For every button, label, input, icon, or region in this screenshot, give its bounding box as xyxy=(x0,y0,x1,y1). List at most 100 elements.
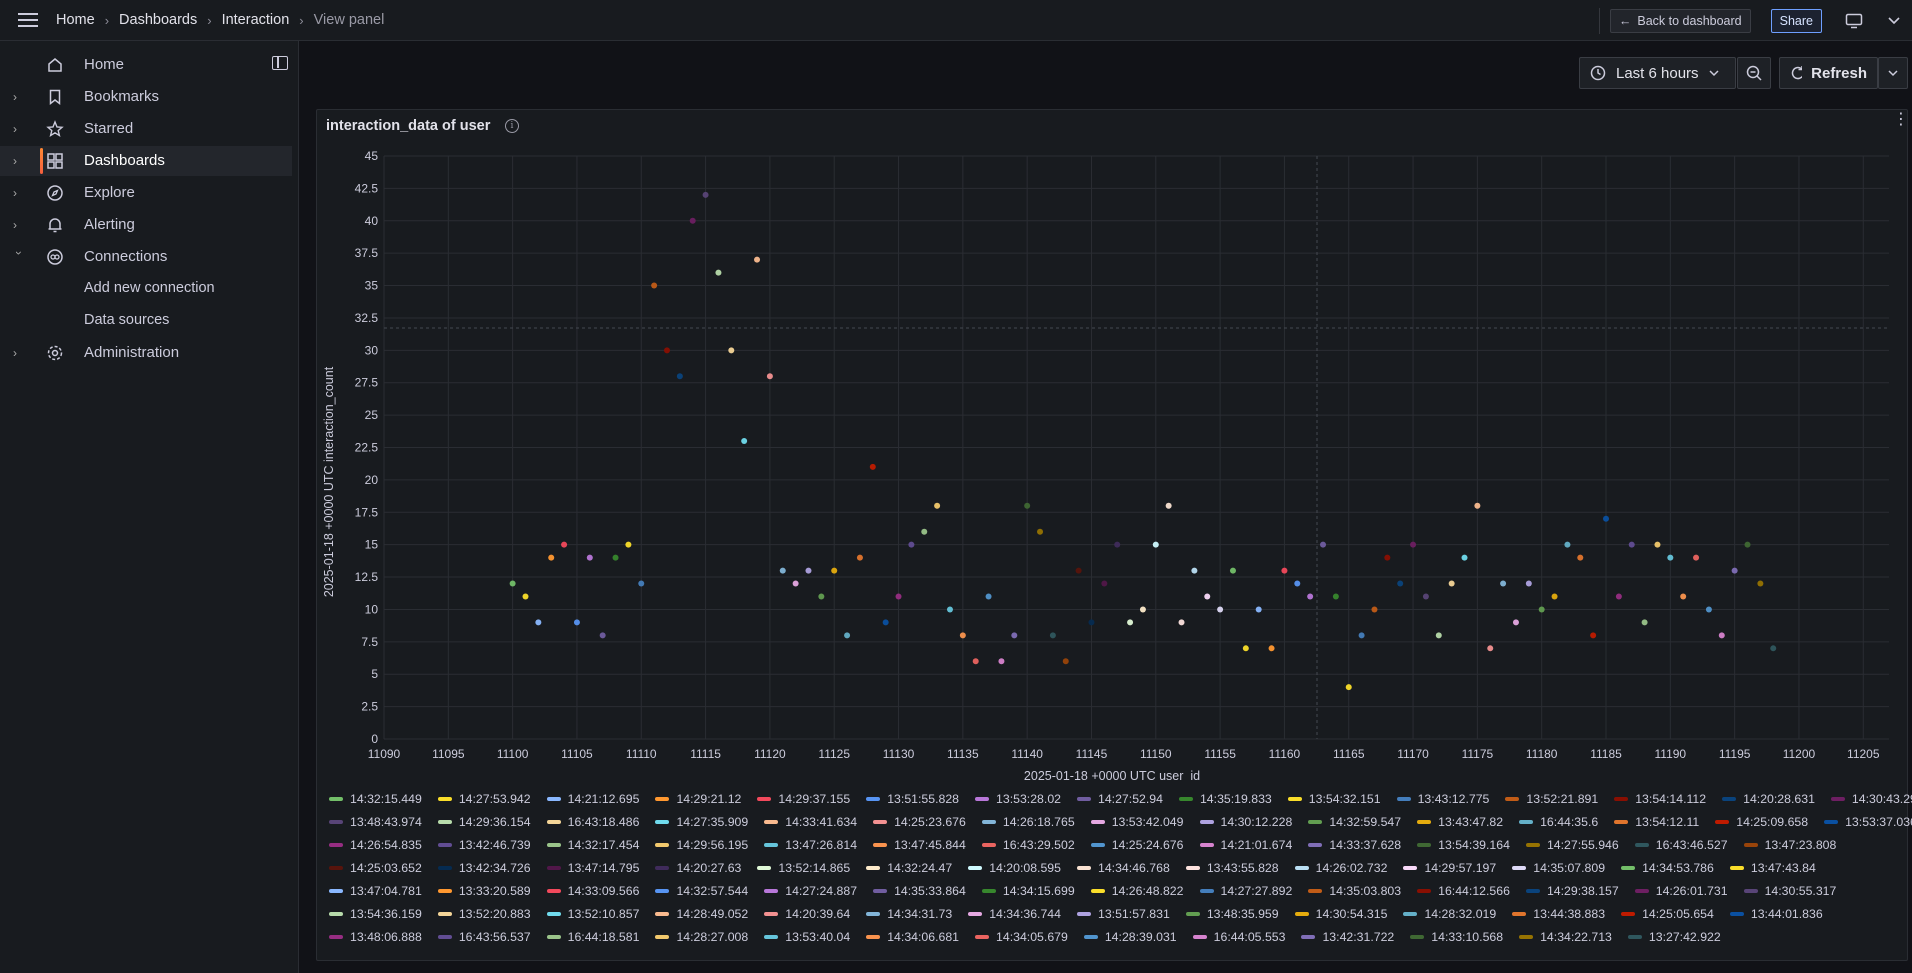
legend-item[interactable]: 13:54:32.151 xyxy=(1284,792,1381,806)
data-point[interactable] xyxy=(1757,580,1764,587)
data-point[interactable] xyxy=(805,567,812,574)
data-point[interactable] xyxy=(1435,632,1442,639)
data-point[interactable] xyxy=(561,541,568,548)
legend-item[interactable]: 14:34:53.786 xyxy=(1617,861,1714,875)
legend-item[interactable]: 14:29:38.157 xyxy=(1522,884,1619,898)
legend-item[interactable]: 14:29:36.154 xyxy=(434,815,531,829)
legend-item[interactable]: 13:47:45.844 xyxy=(869,838,966,852)
data-point[interactable] xyxy=(844,632,851,639)
legend-item[interactable]: 14:20:39.64 xyxy=(760,907,850,921)
data-point[interactable] xyxy=(1628,541,1635,548)
breadcrumb-dashboards[interactable]: Dashboards xyxy=(119,12,197,28)
sidebar-item-add-new-connection[interactable]: Add new connection xyxy=(0,274,292,304)
legend-item[interactable]: 14:32:57.544 xyxy=(651,884,748,898)
data-point[interactable] xyxy=(1178,619,1185,626)
legend-item[interactable]: 14:32:59.547 xyxy=(1304,815,1401,829)
data-point[interactable] xyxy=(1345,684,1352,691)
legend-item[interactable]: 13:27:42.922 xyxy=(1624,930,1721,944)
legend-item[interactable]: 14:21:01.674 xyxy=(1196,838,1292,852)
legend-item[interactable]: 14:25:05.654 xyxy=(1617,907,1714,921)
data-point[interactable] xyxy=(1538,606,1545,613)
data-point[interactable] xyxy=(998,658,1005,665)
legend-item[interactable]: 13:44:01.836 xyxy=(1726,907,1823,921)
legend-item[interactable]: 13:44:38.883 xyxy=(1508,907,1605,921)
legend-item[interactable]: 14:30:55.317 xyxy=(1740,884,1836,898)
legend-item[interactable]: 13:53:37.036 xyxy=(1820,815,1912,829)
sidebar-item-starred[interactable]: › Starred xyxy=(0,114,292,144)
legend-item[interactable]: 14:29:37.155 xyxy=(753,792,850,806)
sidebar-item-alerting[interactable]: › Alerting xyxy=(0,210,292,240)
legend-item[interactable]: 14:34:06.681 xyxy=(862,930,959,944)
legend-item[interactable]: 14:33:10.568 xyxy=(1406,930,1503,944)
legend-item[interactable]: 14:35:19.833 xyxy=(1175,792,1272,806)
data-point[interactable] xyxy=(1577,554,1584,561)
data-point[interactable] xyxy=(1667,554,1674,561)
legend-item[interactable]: 13:42:46.739 xyxy=(434,838,531,852)
data-point[interactable] xyxy=(1731,567,1738,574)
data-point[interactable] xyxy=(702,191,709,198)
legend-item[interactable]: 14:21:12.695 xyxy=(543,792,639,806)
data-point[interactable] xyxy=(1680,593,1687,600)
legend-item[interactable]: 16:43:18.486 xyxy=(543,815,639,829)
kiosk-mode-button[interactable] xyxy=(1832,0,1876,41)
data-point[interactable] xyxy=(1165,502,1172,509)
data-point[interactable] xyxy=(1320,541,1327,548)
legend-item[interactable]: 16:44:18.581 xyxy=(543,930,639,944)
data-point[interactable] xyxy=(1397,580,1404,587)
data-point[interactable] xyxy=(946,606,953,613)
legend-item[interactable]: 13:47:23.808 xyxy=(1740,838,1836,852)
data-point[interactable] xyxy=(1332,593,1339,600)
data-point[interactable] xyxy=(1422,593,1429,600)
legend-item[interactable]: 13:43:55.828 xyxy=(1182,861,1279,875)
legend-item[interactable]: 13:47:26.814 xyxy=(760,838,857,852)
legend-item[interactable]: 14:35:07.809 xyxy=(1508,861,1605,875)
legend-item[interactable]: 13:52:20.883 xyxy=(434,907,531,921)
data-point[interactable] xyxy=(1229,567,1236,574)
data-point[interactable] xyxy=(1590,632,1597,639)
legend-item[interactable]: 13:42:31.722 xyxy=(1297,930,1394,944)
data-point[interactable] xyxy=(715,269,722,276)
data-point[interactable] xyxy=(1088,619,1095,626)
legend-item[interactable]: 14:30:12.228 xyxy=(1196,815,1292,829)
chevron-right-icon[interactable]: › xyxy=(13,218,25,232)
scatter-chart[interactable]: 0 2.5 5 7.5 10 12.5 15 17.5 20 22.5 25 27.5 30 32.5 35… xyxy=(317,110,1909,780)
data-point[interactable] xyxy=(985,593,992,600)
legend-item[interactable]: 14:26:02.732 xyxy=(1291,861,1387,875)
legend-item[interactable]: 14:25:24.676 xyxy=(1087,838,1184,852)
legend-item[interactable]: 14:29:56.195 xyxy=(651,838,748,852)
data-point[interactable] xyxy=(612,554,619,561)
legend-item[interactable]: 14:25:23.676 xyxy=(869,815,966,829)
share-button[interactable]: Share xyxy=(1770,8,1822,33)
legend-item[interactable]: 13:33:20.589 xyxy=(434,884,531,898)
legend-item[interactable]: 14:34:05.679 xyxy=(971,930,1068,944)
data-point[interactable] xyxy=(689,217,696,224)
chevron-right-icon[interactable]: › xyxy=(13,154,25,168)
legend-item[interactable]: 14:27:35.909 xyxy=(651,815,748,829)
legend-item[interactable]: 14:20:28.631 xyxy=(1718,792,1815,806)
legend-item[interactable]: 14:20:08.595 xyxy=(964,861,1061,875)
data-point[interactable] xyxy=(1294,580,1301,587)
legend-item[interactable]: 13:43:12.775 xyxy=(1393,792,1489,806)
data-point[interactable] xyxy=(1062,658,1069,665)
legend-item[interactable]: 13:54:36.159 xyxy=(325,907,422,921)
data-point[interactable] xyxy=(921,528,928,535)
time-range-picker[interactable]: Last 6 hours xyxy=(1579,57,1736,89)
legend-item[interactable]: 16:44:35.6 xyxy=(1515,815,1598,829)
data-point[interactable] xyxy=(509,580,516,587)
legend-item[interactable]: 14:27:53.942 xyxy=(434,792,531,806)
legend-item[interactable]: 13:53:40.04 xyxy=(760,930,850,944)
sidebar-item-connections[interactable]: › Connections xyxy=(0,242,292,272)
data-point[interactable] xyxy=(1654,541,1661,548)
data-point[interactable] xyxy=(1564,541,1571,548)
data-point[interactable] xyxy=(1448,580,1455,587)
data-point[interactable] xyxy=(1525,580,1532,587)
data-point[interactable] xyxy=(586,554,593,561)
legend-item[interactable]: 13:53:42.049 xyxy=(1087,815,1184,829)
data-point[interactable] xyxy=(548,554,555,561)
legend-item[interactable]: 14:35:33.864 xyxy=(869,884,966,898)
data-point[interactable] xyxy=(573,619,580,626)
legend-item[interactable]: 16:43:56.537 xyxy=(434,930,531,944)
legend-item[interactable]: 13:54:14.112 xyxy=(1610,792,1706,806)
legend-item[interactable]: 14:25:09.658 xyxy=(1711,815,1808,829)
legend-item[interactable]: 14:20:27.63 xyxy=(651,861,741,875)
